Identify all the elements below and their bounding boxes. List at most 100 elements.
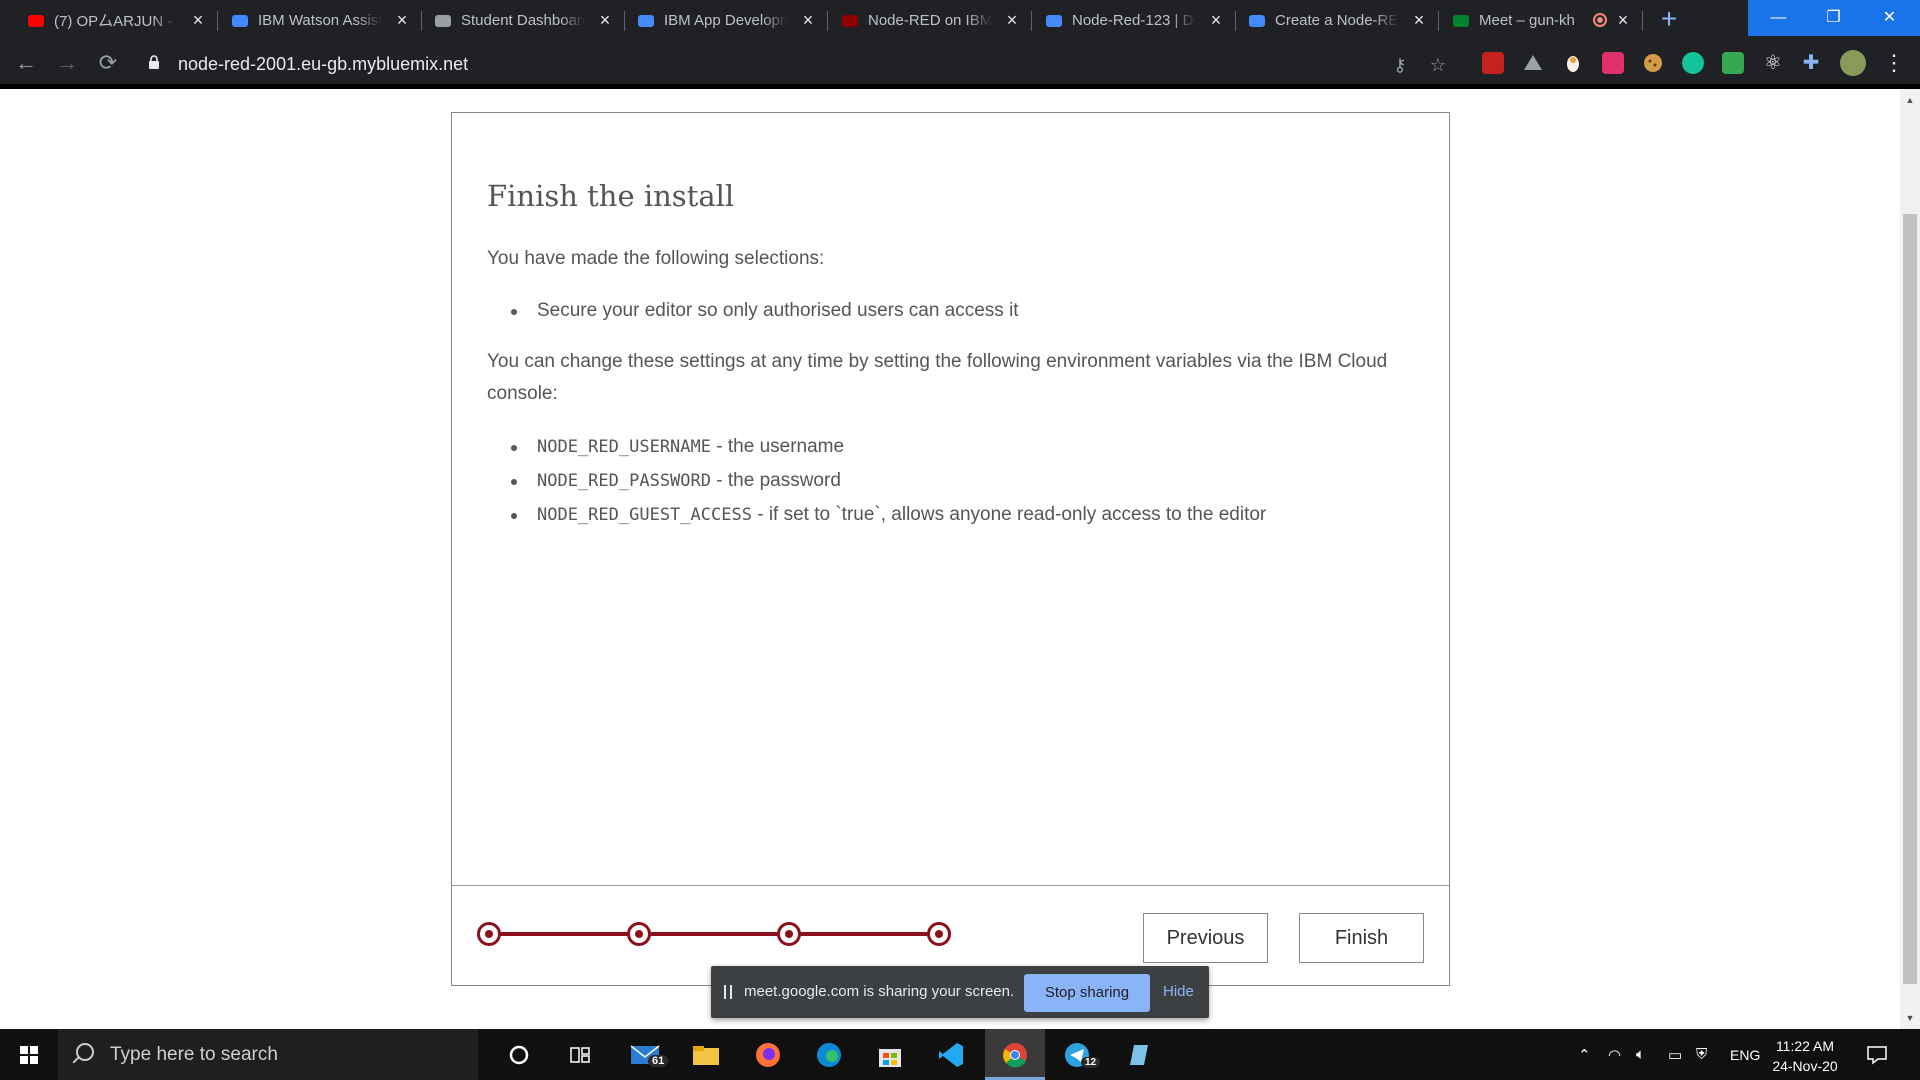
- tab-title: Create a Node-RE: [1275, 12, 1399, 29]
- security-shield-icon[interactable]: ⛨: [1696, 1029, 1707, 1080]
- env-var-desc: - the username: [711, 436, 845, 457]
- volume-icon[interactable]: 🔈︎: [1636, 1029, 1645, 1080]
- browser-tab[interactable]: Meet – gun-kh ×: [1439, 0, 1643, 41]
- language-indicator[interactable]: ENG: [1730, 1029, 1760, 1080]
- browser-tab[interactable]: (7) OP厶ARJUN - Y ×: [14, 0, 218, 41]
- edge-icon[interactable]: [799, 1029, 859, 1080]
- notes-app-icon[interactable]: [1108, 1029, 1168, 1080]
- close-tab-icon[interactable]: ×: [190, 11, 206, 29]
- wifi-icon[interactable]: ◠: [1608, 1029, 1621, 1080]
- close-tab-icon[interactable]: ×: [394, 11, 410, 29]
- selection-item: Secure your editor so only authorised us…: [507, 294, 1019, 327]
- close-tab-icon[interactable]: ×: [1004, 11, 1020, 29]
- tab-title: Student Dashboard: [461, 12, 585, 29]
- translate-extension-icon[interactable]: [1722, 52, 1744, 74]
- store-icon[interactable]: [860, 1029, 920, 1080]
- url-text[interactable]: node-red-2001.eu-gb.mybluemix.net: [178, 54, 468, 75]
- page-scrollbar[interactable]: ▲ ▼: [1900, 89, 1920, 1029]
- battery-icon[interactable]: ▭: [1668, 1029, 1682, 1080]
- extensions-puzzle-icon[interactable]: ✚: [1800, 52, 1822, 74]
- browser-toolbar: ← → ⟳ node-red-2001.eu-gb.mybluemix.net …: [0, 41, 1920, 85]
- minimize-button[interactable]: —: [1748, 0, 1809, 36]
- close-tab-icon[interactable]: ×: [1208, 11, 1224, 29]
- env-var-item: NODE_RED_USERNAME - the username: [507, 430, 1266, 464]
- windows-logo-icon: [20, 1046, 38, 1064]
- ibm-watson-icon: [230, 11, 250, 31]
- browser-tab[interactable]: Create a Node-RE ×: [1235, 0, 1439, 41]
- scroll-down-arrow[interactable]: ▼: [1904, 1013, 1916, 1023]
- youtube-icon: [26, 11, 46, 31]
- wizard-progress: [477, 919, 951, 949]
- clock-time: 11:22 AM: [1775, 1038, 1835, 1054]
- progress-step-2: [627, 922, 651, 946]
- install-wizard-card: Finish the install You have made the fol…: [451, 112, 1450, 986]
- grammarly-extension-icon[interactable]: [1682, 52, 1704, 74]
- telegram-icon[interactable]: 12: [1047, 1029, 1107, 1080]
- env-var-desc: - the password: [711, 470, 841, 491]
- scroll-up-arrow[interactable]: ▲: [1904, 95, 1916, 105]
- search-icon: [76, 1043, 94, 1061]
- key-icon[interactable]: ⚷: [1390, 55, 1410, 75]
- selections-intro: You have made the following selections:: [487, 248, 825, 269]
- reload-button[interactable]: ⟳: [96, 51, 120, 75]
- taskbar-search[interactable]: Type here to search: [58, 1029, 478, 1080]
- cortana-icon[interactable]: [489, 1029, 549, 1080]
- finish-button[interactable]: Finish: [1299, 913, 1424, 963]
- tab-title: IBM Watson Assist: [258, 12, 382, 29]
- screen-share-bar: meet.google.com is sharing your screen. …: [711, 966, 1209, 1018]
- env-var-desc: - if set to `true`, allows anyone read-o…: [751, 504, 1267, 525]
- close-tab-icon[interactable]: ×: [1411, 11, 1427, 29]
- chrome-menu-icon[interactable]: ⋮: [1882, 51, 1906, 75]
- env-vars-list: NODE_RED_USERNAME - the username NODE_RE…: [507, 430, 1266, 532]
- taskbar-clock[interactable]: 11:22 AM 24-Nov-20: [1765, 1036, 1845, 1076]
- env-var-item: NODE_RED_GUEST_ACCESS - if set to `true`…: [507, 498, 1266, 532]
- env-var-item: NODE_RED_PASSWORD - the password: [507, 464, 1266, 498]
- restore-button[interactable]: ❐: [1803, 0, 1864, 36]
- file-explorer-icon[interactable]: [676, 1029, 736, 1080]
- new-tab-button[interactable]: +: [1655, 5, 1683, 34]
- previous-button[interactable]: Previous: [1143, 913, 1268, 963]
- scrollbar-thumb[interactable]: [1903, 214, 1917, 984]
- browser-tab[interactable]: IBM Watson Assist ×: [218, 0, 422, 41]
- cookie-extension-icon[interactable]: [1642, 52, 1664, 74]
- bookmark-star-icon[interactable]: ☆: [1428, 55, 1448, 75]
- drag-handle-icon[interactable]: [724, 985, 732, 999]
- mail-taskbar-icon[interactable]: 61: [615, 1029, 675, 1080]
- close-tab-icon[interactable]: ×: [800, 11, 816, 29]
- browser-tab[interactable]: Node-Red-123 | De ×: [1032, 0, 1236, 41]
- search-placeholder[interactable]: Type here to search: [110, 1044, 278, 1066]
- back-button[interactable]: ←: [14, 51, 38, 75]
- honey-extension-icon[interactable]: [1562, 52, 1584, 74]
- selections-list: Secure your editor so only authorised us…: [507, 294, 1019, 327]
- forward-button[interactable]: →: [55, 51, 79, 75]
- tab-title: IBM App Developm: [664, 12, 788, 29]
- instagram-extension-icon[interactable]: [1602, 52, 1624, 74]
- react-devtools-extension-icon[interactable]: ⚛: [1762, 52, 1784, 74]
- footer-divider: [452, 885, 1449, 886]
- lock-icon[interactable]: [148, 55, 160, 69]
- tray-overflow-icon[interactable]: ⌃: [1578, 1029, 1591, 1080]
- stop-sharing-button[interactable]: Stop sharing: [1024, 974, 1150, 1012]
- address-bar[interactable]: node-red-2001.eu-gb.mybluemix.net ⚷ ☆: [134, 47, 1446, 79]
- clock-date: 24-Nov-20: [1772, 1058, 1838, 1074]
- acrobat-extension-icon[interactable]: [1482, 52, 1504, 74]
- tab-separator: [1642, 11, 1643, 31]
- drive-extension-icon[interactable]: [1522, 52, 1544, 74]
- tab-title: (7) OP厶ARJUN - Y: [54, 13, 178, 30]
- start-button[interactable]: [0, 1029, 58, 1080]
- chrome-taskbar-icon[interactable]: [985, 1029, 1045, 1080]
- browser-tab[interactable]: Node-RED on IBM ×: [828, 0, 1032, 41]
- vscode-icon[interactable]: [921, 1029, 981, 1080]
- profile-avatar[interactable]: [1840, 50, 1866, 76]
- task-view-icon[interactable]: [550, 1029, 610, 1080]
- env-var-name: NODE_RED_USERNAME: [537, 437, 711, 457]
- tab-title: Meet – gun-kh: [1479, 12, 1575, 29]
- notification-center-icon[interactable]: [1866, 1029, 1888, 1080]
- hide-share-bar-button[interactable]: Hide: [1163, 983, 1194, 1000]
- browser-tab[interactable]: IBM App Developm ×: [624, 0, 828, 41]
- firefox-icon[interactable]: [738, 1029, 798, 1080]
- browser-tab[interactable]: Student Dashboard ×: [421, 0, 625, 41]
- close-tab-icon[interactable]: ×: [597, 11, 613, 29]
- close-window-button[interactable]: ✕: [1859, 0, 1920, 36]
- close-tab-icon[interactable]: ×: [1615, 11, 1631, 29]
